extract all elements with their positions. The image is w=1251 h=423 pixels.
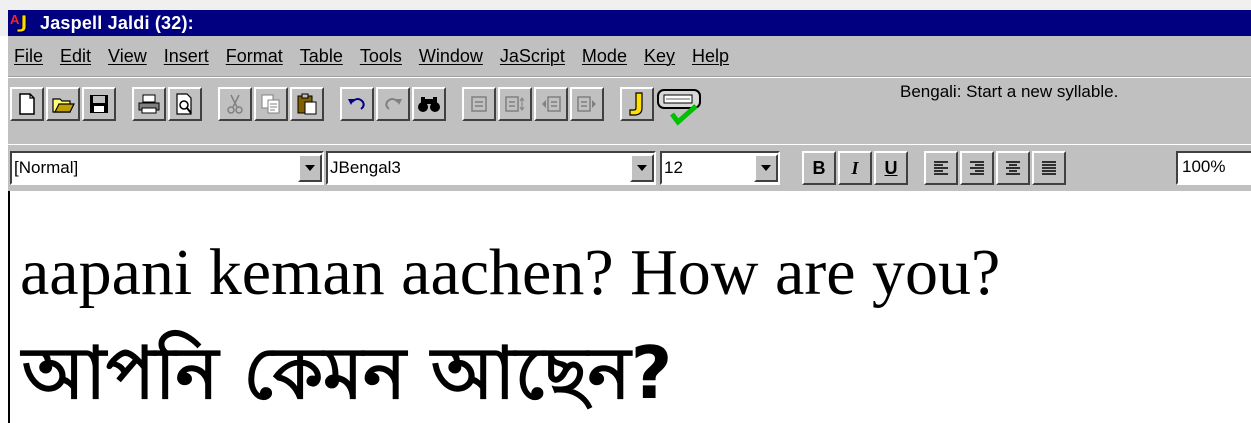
redo-icon bbox=[385, 98, 402, 110]
font-select[interactable]: JBengal3 bbox=[326, 151, 656, 185]
style-value: [Normal] bbox=[14, 158, 79, 177]
align-left-icon bbox=[934, 161, 948, 175]
bengali-line: আপনি কেমন আছেন? bbox=[22, 331, 673, 415]
undo-icon bbox=[348, 98, 365, 110]
align-b-button[interactable] bbox=[498, 87, 532, 121]
keyboard-check-icon bbox=[657, 89, 701, 126]
title-bar-area: A Jaspell Jaldi (32): bbox=[0, 0, 1251, 36]
align-b-icon bbox=[505, 96, 525, 112]
new-document-button[interactable] bbox=[10, 87, 44, 121]
justify-button[interactable] bbox=[1032, 151, 1066, 185]
new-document-icon bbox=[19, 93, 35, 115]
style-dropdown-button[interactable] bbox=[298, 154, 322, 182]
menu-table[interactable]: Table bbox=[298, 46, 345, 67]
jaspell-app-icon[interactable]: A bbox=[10, 12, 34, 34]
keyboard-check-button[interactable] bbox=[656, 84, 704, 128]
formatting-toolbar: [Normal] JBengal3 12 B I U 100% bbox=[8, 144, 1251, 192]
menu-help[interactable]: Help bbox=[690, 46, 731, 67]
underline-button[interactable]: U bbox=[874, 151, 908, 185]
copy-button[interactable] bbox=[254, 87, 288, 121]
print-preview-icon bbox=[176, 93, 192, 115]
print-icon bbox=[138, 94, 160, 114]
copy-icon bbox=[261, 94, 280, 114]
align-a-icon bbox=[471, 96, 487, 112]
paste-button[interactable] bbox=[290, 87, 324, 121]
font-size-value: 12 bbox=[664, 158, 683, 177]
align-right-button[interactable] bbox=[960, 151, 994, 185]
zoom-input[interactable]: 100% bbox=[1176, 151, 1251, 185]
align-center-button[interactable] bbox=[996, 151, 1030, 185]
status-message: Bengali: Start a new syllable. bbox=[900, 82, 1119, 101]
paste-icon bbox=[297, 93, 317, 115]
application-window: A Jaspell Jaldi (32): File Edit View Ins… bbox=[0, 0, 1251, 423]
bold-button[interactable]: B bbox=[802, 151, 836, 185]
save-button[interactable] bbox=[82, 87, 116, 121]
menu-file[interactable]: File bbox=[12, 46, 45, 67]
find-button[interactable] bbox=[412, 87, 446, 121]
svg-text:A: A bbox=[10, 12, 20, 27]
title-bar[interactable]: A Jaspell Jaldi (32): bbox=[8, 10, 1251, 36]
window-title: Jaspell Jaldi (32): bbox=[40, 12, 194, 33]
open-folder-icon bbox=[52, 98, 75, 113]
print-preview-button[interactable] bbox=[168, 87, 202, 121]
menu-tools[interactable]: Tools bbox=[358, 46, 404, 67]
menu-edit[interactable]: Edit bbox=[58, 46, 93, 67]
chevron-down-icon bbox=[761, 165, 771, 171]
menu-format[interactable]: Format bbox=[224, 46, 285, 67]
standard-toolbar: Bengali: Start a new syllable. bbox=[8, 77, 1251, 145]
italic-button[interactable]: I bbox=[838, 151, 872, 185]
transliteration-line: aapani keman aachen? How are you? bbox=[20, 236, 1001, 309]
align-center-icon bbox=[1006, 161, 1020, 175]
menu-view[interactable]: View bbox=[106, 46, 149, 67]
find-icon bbox=[418, 97, 440, 112]
open-button[interactable] bbox=[46, 87, 80, 121]
indent-increase-icon bbox=[577, 96, 596, 112]
print-button[interactable] bbox=[132, 87, 166, 121]
menu-window[interactable]: Window bbox=[417, 46, 485, 67]
save-icon bbox=[90, 95, 108, 113]
style-select[interactable]: [Normal] bbox=[10, 151, 324, 185]
menu-bar: File Edit View Insert Format Table Tools… bbox=[8, 36, 1251, 77]
chevron-down-icon bbox=[637, 165, 647, 171]
undo-button[interactable] bbox=[340, 87, 374, 121]
menu-mode[interactable]: Mode bbox=[580, 46, 629, 67]
jaspell-icon bbox=[629, 92, 643, 116]
cut-button[interactable] bbox=[218, 87, 252, 121]
font-size-dropdown-button[interactable] bbox=[754, 154, 778, 182]
menu-key[interactable]: Key bbox=[642, 46, 677, 67]
menu-jascript[interactable]: JaScript bbox=[498, 46, 567, 67]
justify-icon bbox=[1042, 161, 1056, 175]
align-right-icon bbox=[970, 161, 984, 175]
chevron-down-icon bbox=[305, 165, 315, 171]
indent-increase-button[interactable] bbox=[570, 87, 604, 121]
align-left-button[interactable] bbox=[924, 151, 958, 185]
menu-insert[interactable]: Insert bbox=[162, 46, 211, 67]
redo-button[interactable] bbox=[376, 87, 410, 121]
document-area[interactable]: aapani keman aachen? How are you? আপনি ক… bbox=[8, 191, 1251, 423]
indent-decrease-button[interactable] bbox=[534, 87, 568, 121]
font-size-select[interactable]: 12 bbox=[660, 151, 780, 185]
indent-decrease-icon bbox=[542, 96, 561, 112]
font-value: JBengal3 bbox=[330, 158, 401, 177]
align-a-button[interactable] bbox=[462, 87, 496, 121]
cut-icon bbox=[227, 94, 243, 114]
jaspell-button[interactable] bbox=[620, 87, 654, 121]
font-dropdown-button[interactable] bbox=[630, 154, 654, 182]
